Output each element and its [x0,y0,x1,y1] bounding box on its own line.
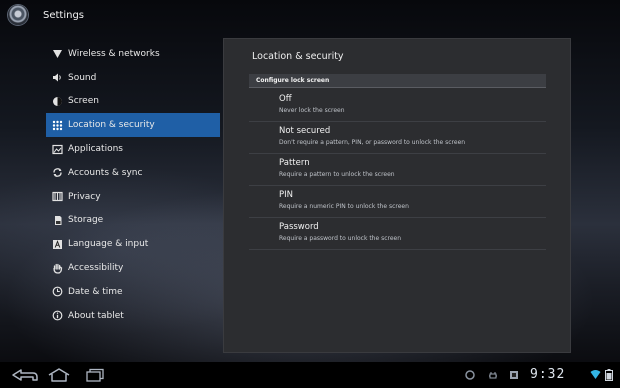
settings-app-icon[interactable] [8,5,28,25]
recent-apps-icon [85,368,105,382]
option-title: Not secured [279,126,331,136]
location-security-icon [52,120,63,131]
app-title: Settings [43,9,85,21]
sidebar-item-label: Applications [68,144,123,155]
section-header: Configure lock screen [249,74,546,88]
privacy-icon [52,191,63,202]
option-title: Password [279,222,319,232]
sidebar-item-accessibility[interactable]: Accessibility [46,256,220,280]
sidebar-item-accounts-sync[interactable]: Accounts & sync [46,161,220,185]
home-button[interactable] [46,366,72,384]
option-subtitle: Require a pattern to unlock the screen [279,171,395,178]
system-bar: 9:32 [0,362,620,388]
lock-option-pattern[interactable]: Pattern Require a pattern to unlock the … [249,155,546,186]
storage-notification-icon[interactable] [508,369,519,380]
sidebar-item-storage[interactable]: Storage [46,209,220,233]
wireless-icon [52,48,63,59]
sidebar-item-privacy[interactable]: Privacy [46,185,220,209]
language-icon [52,239,63,250]
wifi-icon[interactable] [590,369,601,380]
settings-detail-panel: Location & security Configure lock scree… [223,38,571,353]
option-subtitle: Don't require a pattern, PIN, or passwor… [279,139,466,146]
lock-option-password[interactable]: Password Require a password to unlock th… [249,219,546,250]
sidebar-item-label: Location & security [68,120,155,131]
lock-option-pin[interactable]: PIN Require a numeric PIN to unlock the … [249,187,546,218]
sidebar-item-label: Accounts & sync [68,167,143,178]
sidebar-item-wireless[interactable]: Wireless & networks [46,42,220,66]
sidebar-item-label: Privacy [68,191,101,202]
home-icon [47,368,71,382]
applications-icon [52,144,63,155]
sidebar-item-date-time[interactable]: Date & time [46,280,220,304]
panel-title: Location & security [252,51,344,62]
sidebar-item-label: Accessibility [68,263,124,274]
info-icon [52,310,63,321]
back-icon [11,368,39,382]
sidebar-item-sound[interactable]: Sound [46,66,220,90]
option-subtitle: Never lock the screen [279,107,345,114]
storage-icon [52,215,63,226]
option-title: Pattern [279,158,310,168]
sidebar-item-label: About tablet [68,310,124,321]
sidebar-item-label: Language & input [68,239,149,250]
accessibility-icon [52,263,63,274]
sidebar-item-label: Wireless & networks [68,48,160,59]
sidebar-item-label: Sound [68,72,97,83]
clock-icon [52,286,63,297]
sidebar-item-applications[interactable]: Applications [46,137,220,161]
sidebar-item-about-tablet[interactable]: About tablet [46,304,220,328]
sound-icon [52,72,63,83]
screen-icon [52,96,63,107]
sidebar-item-language-input[interactable]: Language & input [46,232,220,256]
sync-icon [52,167,63,178]
notification-icon[interactable] [464,369,475,380]
sidebar-item-label: Screen [68,96,99,107]
option-subtitle: Require a password to unlock the screen [279,235,402,242]
clock[interactable]: 9:32 [530,367,565,382]
action-bar: Settings [0,0,620,30]
recent-apps-button[interactable] [84,366,106,384]
option-title: Off [279,94,292,104]
sidebar-item-screen[interactable]: Screen [46,90,220,114]
battery-icon[interactable] [603,368,614,381]
sidebar-item-location-security[interactable]: Location & security [46,113,220,138]
sidebar-item-label: Date & time [68,286,123,297]
option-title: PIN [279,190,293,200]
option-subtitle: Require a numeric PIN to unlock the scre… [279,203,409,210]
lock-option-off[interactable]: Off Never lock the screen [249,91,546,122]
settings-sidebar: Wireless & networks Sound Screen Locatio… [46,42,220,328]
lock-option-not-secured[interactable]: Not secured Don't require a pattern, PIN… [249,123,546,154]
back-button[interactable] [10,366,40,384]
usb-debug-icon[interactable] [487,369,498,380]
sidebar-item-label: Storage [68,215,104,226]
